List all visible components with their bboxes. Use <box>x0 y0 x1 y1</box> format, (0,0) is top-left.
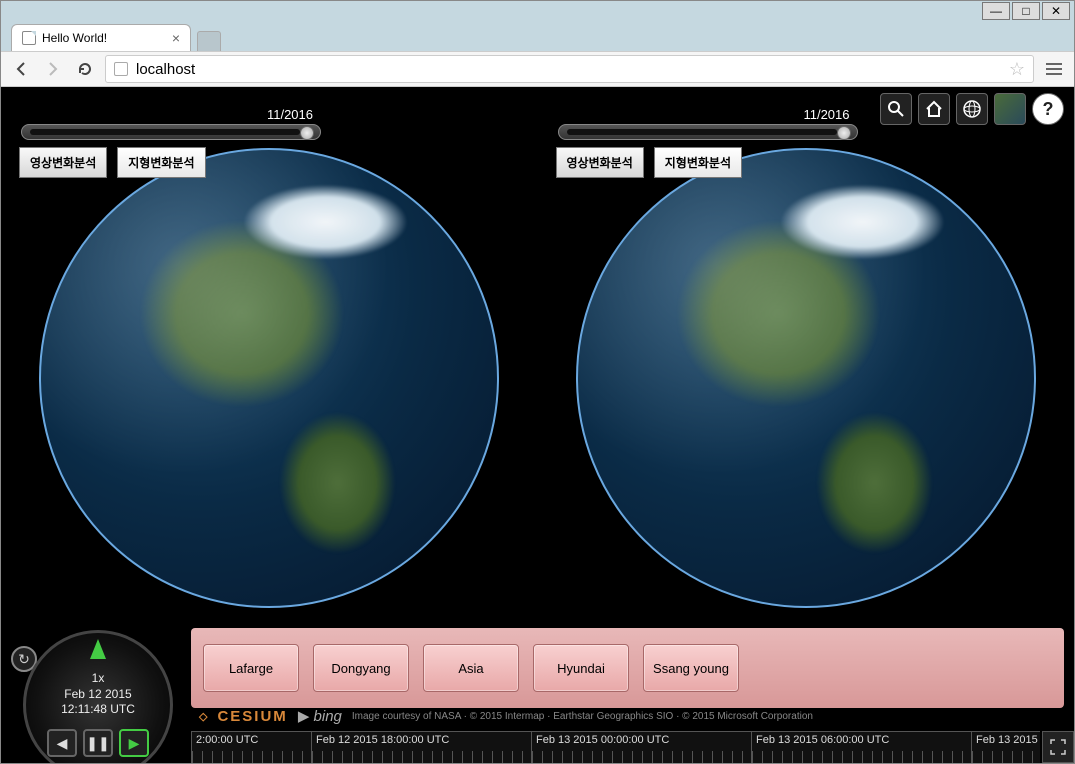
credit-text: Image courtesy of NASA · © 2015 Intermap… <box>352 711 813 722</box>
browser-tab[interactable]: Hello World! × <box>11 24 191 51</box>
right-date-label: 11/2016 <box>558 107 858 122</box>
company-button-asia[interactable]: Asia <box>423 644 519 692</box>
pause-button[interactable]: ❚❚ <box>83 729 113 757</box>
back-button[interactable] <box>9 57 33 81</box>
clock-needle-icon <box>90 639 106 659</box>
globe-icon[interactable] <box>956 93 988 125</box>
cesium-logo-icon: ◇ <box>199 710 207 723</box>
clock-time: 12:11:48 UTC <box>26 702 170 718</box>
help-icon[interactable]: ? <box>1032 93 1064 125</box>
credit-bar: ◇ CESIUM ▶ bing Image courtesy of NASA ·… <box>199 707 813 725</box>
home-icon[interactable] <box>918 93 950 125</box>
cesium-logo-text: CESIUM <box>217 708 287 725</box>
left-image-analysis-button[interactable]: 영상변화분석 <box>19 147 107 178</box>
right-slider-track[interactable] <box>558 124 858 140</box>
clock-date: Feb 12 2015 <box>26 687 170 703</box>
forward-button[interactable] <box>41 57 65 81</box>
clock-speed: 1x <box>26 671 170 687</box>
bookmark-star-icon[interactable]: ☆ <box>1009 59 1025 80</box>
window-titlebar: — □ ✕ <box>1 1 1074 21</box>
right-date-slider[interactable]: 11/2016 <box>558 107 858 140</box>
page-icon <box>22 31 36 45</box>
timeline-tick: Feb 12 2015 18:00:00 UTC <box>311 732 531 763</box>
minimize-button[interactable]: — <box>982 2 1010 20</box>
company-button-hyundai[interactable]: Hyundai <box>533 644 629 692</box>
animation-widget: ↻ 1x Feb 12 2015 12:11:48 UTC ◀ ❚❚ ▶ <box>9 634 184 759</box>
fullscreen-button[interactable] <box>1042 731 1074 763</box>
left-globe-panel: 11/2016 영상변화분석 지형변화분석 <box>1 87 538 628</box>
left-slider-thumb[interactable] <box>300 126 314 140</box>
company-button-ssangyoung[interactable]: Ssang young <box>643 644 739 692</box>
tab-title: Hello World! <box>42 31 107 45</box>
left-slider-track[interactable] <box>21 124 321 140</box>
timeline-tick: Feb 13 2015 00:00:00 UTC <box>531 732 751 763</box>
left-date-slider[interactable]: 11/2016 <box>21 107 321 140</box>
bing-logo-text: ▶ bing <box>298 707 342 725</box>
globe-split-area: 11/2016 영상변화분석 지형변화분석 11/2016 영상변화 <box>1 87 1074 628</box>
right-image-analysis-button[interactable]: 영상변화분석 <box>556 147 644 178</box>
right-globe-panel: 11/2016 영상변화분석 지형변화분석 <box>538 87 1075 628</box>
company-button-lafarge[interactable]: Lafarge <box>203 644 299 692</box>
right-globe[interactable] <box>576 148 1036 608</box>
cesium-viewport: ? 11/2016 영상변화분석 지형변화분석 <box>1 87 1074 763</box>
play-forward-button[interactable]: ▶ <box>119 729 149 757</box>
maximize-button[interactable]: □ <box>1012 2 1040 20</box>
bottom-panel: Lafarge Dongyang Asia Hyundai Ssang youn… <box>1 628 1074 763</box>
reload-button[interactable] <box>73 57 97 81</box>
timeline-tick: Feb 13 2015 1 <box>971 732 1040 763</box>
play-reverse-button[interactable]: ◀ <box>47 729 77 757</box>
url-input[interactable] <box>136 61 1001 78</box>
close-window-button[interactable]: ✕ <box>1042 2 1070 20</box>
new-tab-button[interactable] <box>197 31 221 51</box>
timeline[interactable]: 2:00:00 UTC Feb 12 2015 18:00:00 UTC Feb… <box>191 731 1040 763</box>
imagery-picker-icon[interactable] <box>994 93 1026 125</box>
tab-close-button[interactable]: × <box>172 30 180 46</box>
url-box[interactable]: ☆ <box>105 55 1034 83</box>
viewer-toolbar: ? <box>880 93 1064 125</box>
url-page-icon <box>114 62 128 76</box>
left-globe[interactable] <box>39 148 499 608</box>
tab-strip: Hello World! × <box>1 21 1074 51</box>
company-button-dongyang[interactable]: Dongyang <box>313 644 409 692</box>
clock-readout: 1x Feb 12 2015 12:11:48 UTC <box>26 671 170 718</box>
right-terrain-analysis-button[interactable]: 지형변화분석 <box>654 147 742 178</box>
timeline-tick: Feb 13 2015 06:00:00 UTC <box>751 732 971 763</box>
search-icon[interactable] <box>880 93 912 125</box>
menu-button[interactable] <box>1042 57 1066 81</box>
right-slider-thumb[interactable] <box>837 126 851 140</box>
left-terrain-analysis-button[interactable]: 지형변화분석 <box>117 147 205 178</box>
play-controls: ◀ ❚❚ ▶ <box>47 729 149 757</box>
address-bar: ☆ <box>1 51 1074 87</box>
timeline-tick: 2:00:00 UTC <box>191 732 311 763</box>
left-date-label: 11/2016 <box>21 107 321 122</box>
company-bar: Lafarge Dongyang Asia Hyundai Ssang youn… <box>191 628 1064 708</box>
